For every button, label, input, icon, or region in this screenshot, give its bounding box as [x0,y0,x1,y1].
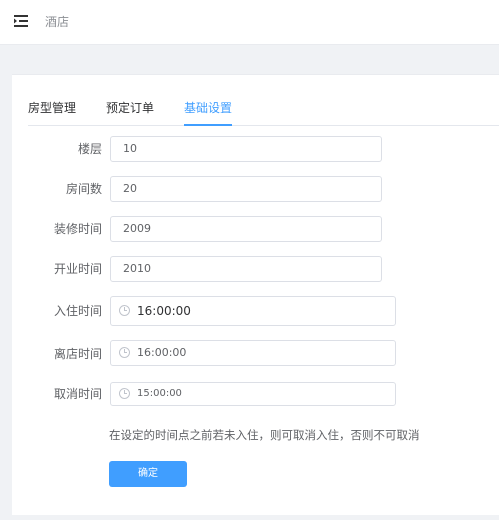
rooms-label: 房间数 [65,182,102,196]
top-bar: 酒店 [0,0,499,45]
cancel-time-picker[interactable]: 15:00:00 [110,382,396,406]
checkout-time-label: 离店时间 [53,347,102,361]
checkin-time-label: 入住时间 [53,304,102,318]
checkin-time-picker[interactable]: 16:00:00 [110,296,396,326]
form-row-checkout-time: 离店时间 16:00:00 [12,340,499,366]
renovation-time-label: 装修时间 [53,222,102,236]
page-title: 酒店 [45,15,70,29]
form-row-rooms: 房间数 20 [12,176,499,202]
floors-label: 楼层 [77,142,102,156]
tab-basic-settings[interactable]: 基础设置 [184,99,232,117]
cancel-policy-tip: 在设定的时间点之前若未入住，则可取消入住，否则不可取消 [109,428,420,442]
floors-input[interactable]: 10 [110,136,382,162]
form-row-cancel-time: 取消时间 15:00:00 [12,382,499,406]
clock-icon [119,347,130,358]
active-tab-indicator [184,124,232,126]
clock-icon [119,388,130,399]
form-row-opening-time: 开业时间 2010 [12,256,499,282]
checkin-time-value: 16:00:00 [137,304,191,318]
confirm-button[interactable]: 确定 [109,461,187,487]
opening-time-input[interactable]: 2010 [110,256,382,282]
form-row-renovation-time: 装修时间 2009 [12,216,499,242]
menu-fold-icon[interactable] [14,15,28,27]
form-row-floors: 楼层 10 [12,136,499,162]
tab-room-type-management[interactable]: 房型管理 [28,99,76,117]
tab-booking-orders[interactable]: 预定订单 [106,99,154,117]
clock-icon [119,305,130,316]
checkout-time-value: 16:00:00 [137,346,187,359]
tab-bar: 房型管理 预定订单 基础设置 [28,99,499,126]
checkout-time-picker[interactable]: 16:00:00 [110,340,396,366]
cancel-time-label: 取消时间 [53,387,102,401]
settings-card: 房型管理 预定订单 基础设置 楼层 10 房间数 20 装修时间 2009 开业… [12,74,499,515]
rooms-input[interactable]: 20 [110,176,382,202]
renovation-time-input[interactable]: 2009 [110,216,382,242]
form-row-checkin-time: 入住时间 16:00:00 [12,296,499,326]
opening-time-label: 开业时间 [53,262,102,276]
cancel-time-value: 15:00:00 [137,388,182,399]
